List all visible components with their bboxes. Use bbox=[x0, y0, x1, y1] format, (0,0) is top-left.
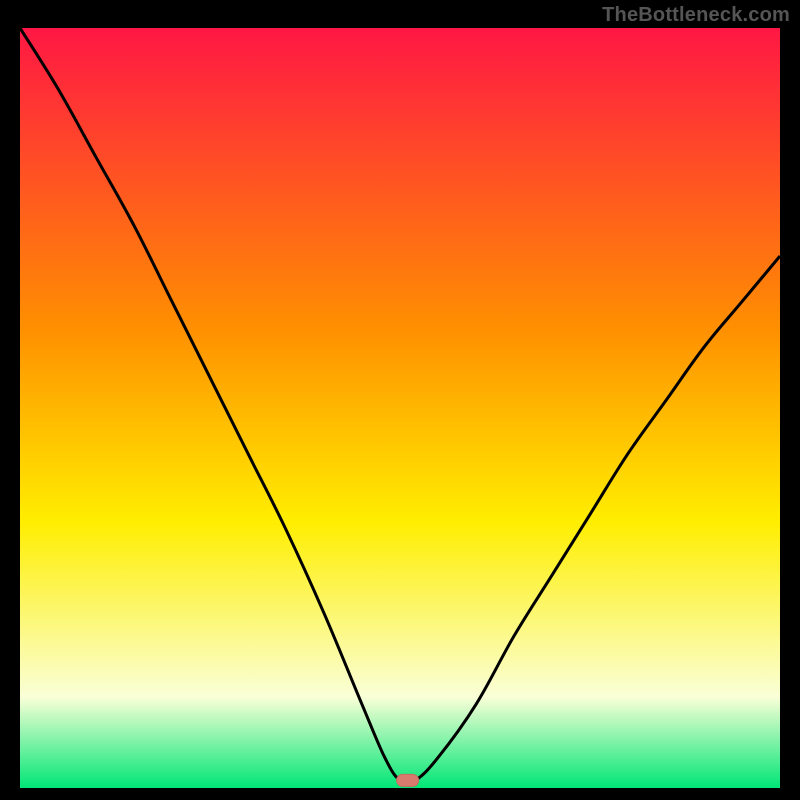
plot-container bbox=[20, 28, 780, 788]
plot-background bbox=[20, 28, 780, 788]
min-marker bbox=[397, 774, 419, 786]
chart-frame: TheBottleneck.com bbox=[0, 0, 800, 800]
bottleneck-plot bbox=[20, 28, 780, 788]
watermark-text: TheBottleneck.com bbox=[602, 4, 790, 27]
